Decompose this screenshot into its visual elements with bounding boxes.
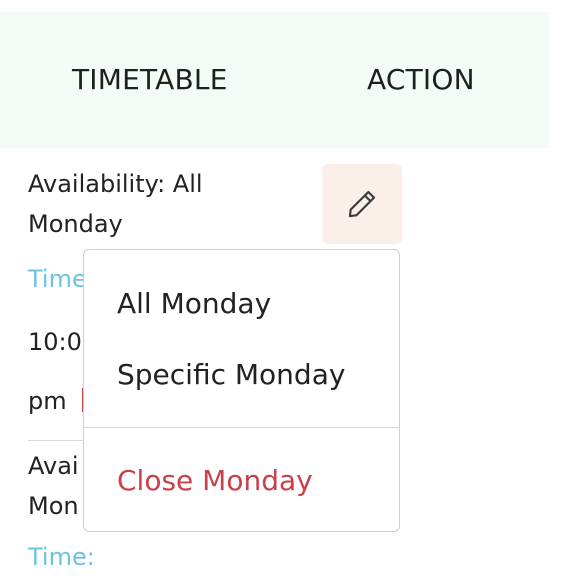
column-header-timetable: TIMETABLE: [72, 63, 228, 96]
availability-label: Avai: [28, 452, 79, 480]
availability-value: Monday: [28, 210, 123, 238]
time-label: Time: [28, 265, 87, 293]
table-header: TIMETABLE ACTION: [0, 12, 549, 148]
time-value: 10:0: [28, 328, 82, 356]
menu-item-all-monday[interactable]: All Monday: [117, 284, 271, 324]
pencil-icon: [348, 190, 376, 218]
column-header-action: ACTION: [367, 63, 475, 96]
time-value-suffix: pm: [28, 387, 67, 415]
availability-value: Mon: [28, 492, 79, 520]
availability-dropdown-menu: All Monday Specific Monday Close Monday: [83, 249, 400, 532]
menu-item-specific-monday[interactable]: Specific Monday: [117, 355, 345, 395]
edit-button[interactable]: [322, 164, 402, 244]
time-label: Time:: [28, 543, 95, 571]
menu-divider: [84, 427, 399, 428]
availability-label: Availability: All: [28, 170, 203, 198]
menu-item-close-monday[interactable]: Close Monday: [117, 461, 313, 501]
